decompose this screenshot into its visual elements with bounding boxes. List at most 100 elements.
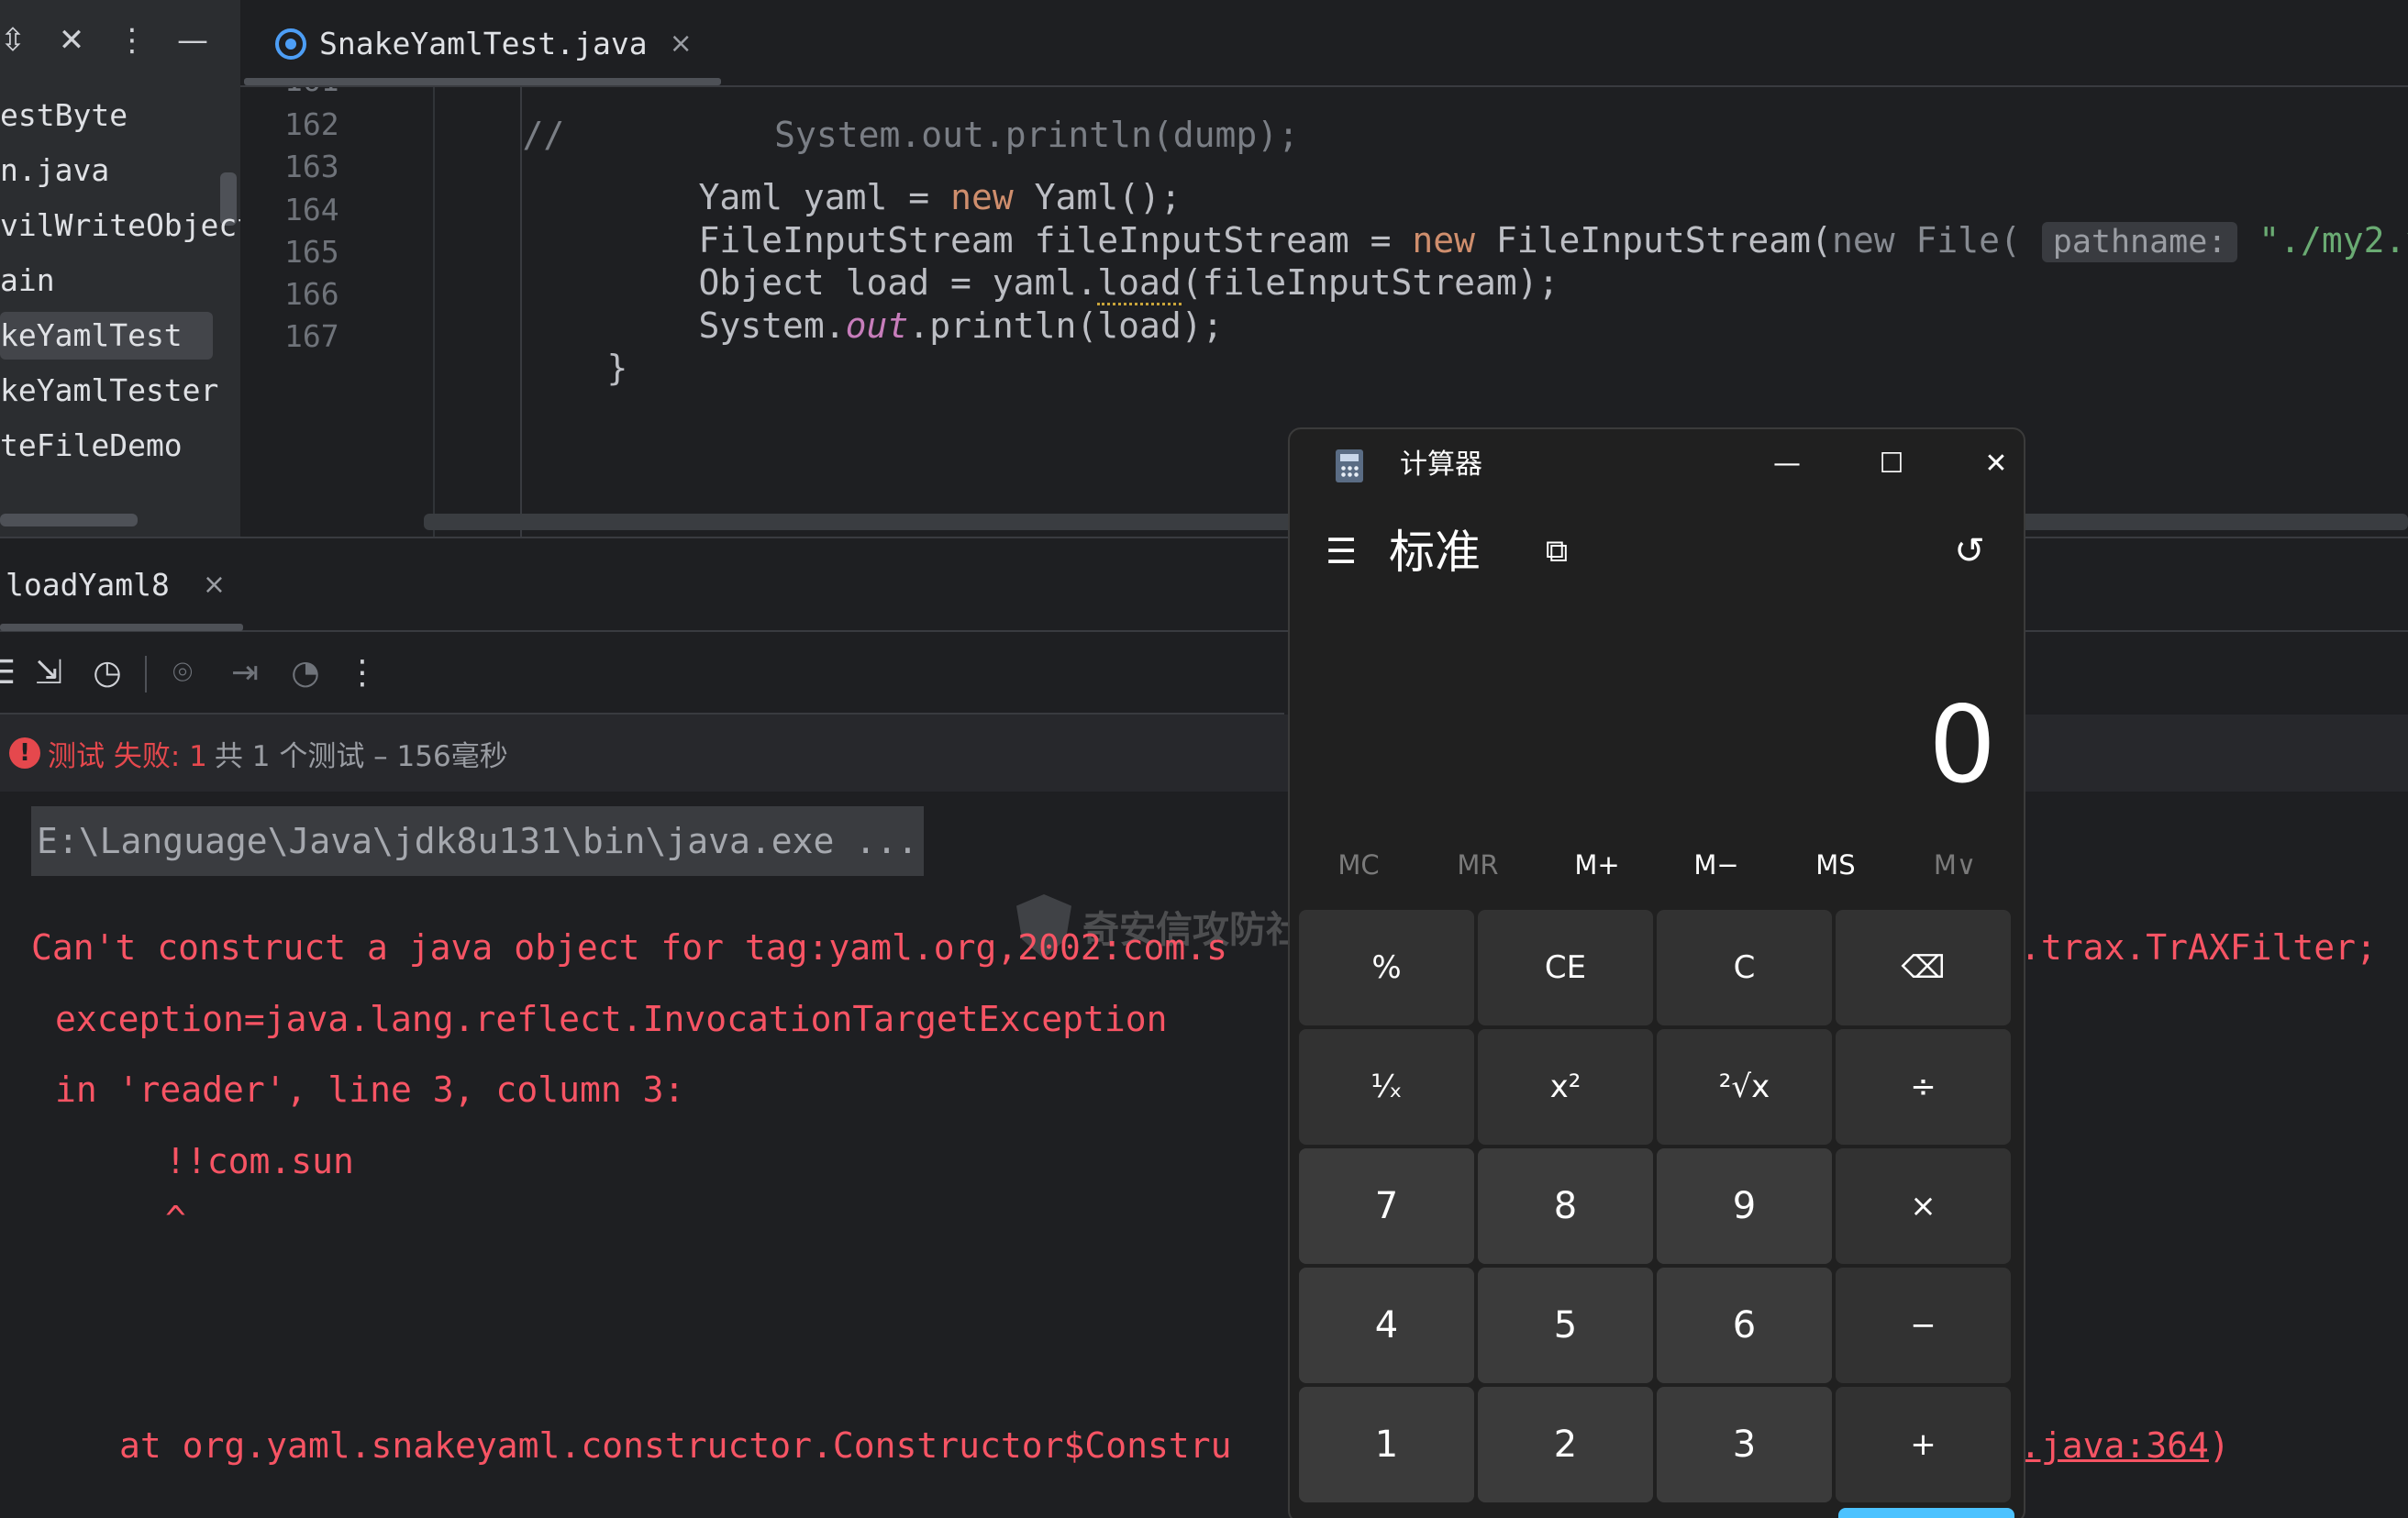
calculator-keypad: % CE C ⌫ ¹⁄ₓ x² ²√x ÷ 7 8 9 × 4 5 6− 1 2 3 + <box>1299 910 2014 1502</box>
memory-subtract-button[interactable]: M− <box>1657 833 1776 897</box>
java-command-line[interactable]: E:\Language\Java\jdk8u131\bin\java.exe .… <box>31 806 924 876</box>
clear-button[interactable]: C <box>1657 910 1832 1025</box>
close-tab-icon[interactable]: × <box>670 28 693 60</box>
digit-3-button[interactable]: 3 <box>1657 1387 1832 1502</box>
file-tree-item[interactable]: ain <box>0 253 240 308</box>
minimize-icon[interactable]: — <box>174 18 211 62</box>
line-number-gutter: 161 162 163 164 165 166 167 <box>240 87 424 537</box>
digit-7-button[interactable]: 7 <box>1299 1148 1474 1264</box>
close-window-icon[interactable]: ✕ <box>1969 438 2024 490</box>
camera-icon[interactable]: ⌾ <box>161 650 204 696</box>
error-caret: ^ <box>165 1199 186 1239</box>
file-tree-item-label: ain <box>0 262 55 298</box>
active-tab-indicator <box>0 624 243 631</box>
gutter-divider <box>433 87 435 537</box>
error-line: Can't construct a java object for tag:ya… <box>31 927 1228 968</box>
editor-tab-bar: SnakeYamlTest.java × <box>240 0 2408 87</box>
java-class-icon <box>275 28 306 60</box>
multiply-button[interactable]: × <box>1836 1148 2011 1264</box>
file-tree-item[interactable]: vilWriteObject <box>0 198 240 253</box>
digit-5-button[interactable]: 5 <box>1478 1268 1653 1383</box>
calculator-display: 0 <box>1928 683 1996 807</box>
close-icon[interactable]: ✕ <box>53 18 90 62</box>
close-tab-icon[interactable]: × <box>203 569 226 601</box>
file-tree-item[interactable]: estByte <box>0 88 240 143</box>
line-number: 167 <box>284 318 339 354</box>
memory-clear-button[interactable]: MC <box>1299 833 1418 897</box>
calculator-titlebar[interactable]: 计算器 — ☐ ✕ <box>1290 429 2024 501</box>
export-icon[interactable]: ⇥ <box>224 650 266 696</box>
memory-list-button[interactable]: M∨ <box>1895 833 2014 897</box>
tab-loadyaml8[interactable]: loadYaml8 × <box>6 538 226 630</box>
static-field-out: out <box>845 305 909 346</box>
error-line: !!com.sun <box>165 1141 354 1181</box>
history-icon[interactable]: ↺ <box>1947 528 1992 574</box>
menu-icon[interactable]: ☰ <box>1323 530 1359 572</box>
expand-collapse-icon[interactable]: ⇳ <box>0 18 31 62</box>
file-tree-item[interactable]: n.java <box>0 143 240 198</box>
error-line-tail: .trax.TrAXFilter; <box>2020 927 2377 968</box>
inlay-hint-new-file: new File( <box>1831 220 2021 260</box>
memory-recall-button[interactable]: MR <box>1418 833 1537 897</box>
code-line-161: // System.out.println(dump); <box>438 87 1300 155</box>
subtract-button[interactable]: − <box>1836 1268 2011 1383</box>
code-line-167: } <box>523 285 628 388</box>
import-tests-icon[interactable]: ⇲ <box>28 650 70 696</box>
clear-entry-button[interactable]: CE <box>1478 910 1653 1025</box>
status-info-text: 共 1 个测试 – 156毫秒 <box>214 739 508 773</box>
stack-trace-line: at org.yaml.snakeyaml.constructor.Constr… <box>119 1425 1232 1466</box>
tree-view-icon[interactable]: ☰ <box>0 650 22 696</box>
string-literal: "./my2.yml" <box>2258 220 2408 260</box>
more-icon[interactable]: ⋮ <box>114 18 150 62</box>
backspace-button[interactable]: ⌫ <box>1836 910 2011 1025</box>
percent-button[interactable]: % <box>1299 910 1474 1025</box>
add-button[interactable]: + <box>1836 1387 2011 1502</box>
line-number: 166 <box>284 276 339 312</box>
digit-4-button[interactable]: 4 <box>1299 1268 1474 1383</box>
file-tree-item-label: keYamlTest <box>0 317 183 353</box>
file-tree: estByte n.java vilWriteObject ain keYaml… <box>0 88 240 473</box>
calculator-header: ☰ 标准 ⧉ ↺ <box>1290 503 2024 604</box>
code-token: System. <box>698 305 846 346</box>
digit-1-button[interactable]: 1 <box>1299 1387 1474 1502</box>
code-token: (fileInputStream); <box>1181 262 1559 303</box>
square-button[interactable]: x² <box>1478 1029 1653 1145</box>
coverage-icon[interactable]: ◔ <box>284 650 327 696</box>
run-toolbar: ☰ ⇲ ◷ ⌾ ⇥ ◔ ⋮ <box>0 634 1284 715</box>
line-number: 165 <box>284 234 339 270</box>
project-toolbar: ⇳ ✕ ⋮ — <box>0 0 240 83</box>
divide-button[interactable]: ÷ <box>1836 1029 2011 1145</box>
history-icon[interactable]: ◷ <box>86 650 128 696</box>
source-link[interactable]: .java:364 <box>2020 1425 2209 1466</box>
tab-snakeyamltest[interactable]: SnakeYamlTest.java × <box>257 0 711 87</box>
reciprocal-button[interactable]: ¹⁄ₓ <box>1299 1029 1474 1145</box>
digit-6-button[interactable]: 6 <box>1657 1268 1832 1383</box>
code-token: .println(load); <box>908 305 1224 346</box>
error-line: in 'reader', line 3, column 3: <box>55 1069 685 1110</box>
memory-add-button[interactable]: M+ <box>1537 833 1657 897</box>
digit-2-button[interactable]: 2 <box>1478 1387 1653 1502</box>
keep-on-top-icon[interactable]: ⧉ <box>1536 530 1578 572</box>
file-tree-item-selected[interactable]: keYamlTest <box>0 308 240 363</box>
console-output[interactable]: E:\Language\Java\jdk8u131\bin\java.exe .… <box>0 792 2408 1518</box>
file-tree-item-label: n.java <box>0 152 110 188</box>
run-tab-label: loadYaml8 <box>6 566 170 603</box>
digit-8-button[interactable]: 8 <box>1478 1148 1653 1264</box>
line-number: 163 <box>284 149 339 184</box>
more-options-icon[interactable]: ⋮ <box>341 650 383 696</box>
digit-9-button[interactable]: 9 <box>1657 1148 1832 1264</box>
file-tree-item-label: keYamlTester <box>0 372 219 408</box>
error-icon: ! <box>9 737 40 769</box>
line-number: 162 <box>284 106 339 142</box>
project-hscrollbar[interactable] <box>0 514 138 526</box>
run-tab-bar: loadYaml8 × <box>0 538 2408 632</box>
memory-store-button[interactable]: MS <box>1776 833 1895 897</box>
minimize-window-icon[interactable]: — <box>1759 438 1814 490</box>
equals-button[interactable] <box>1838 1508 2014 1518</box>
file-tree-item-label: teFileDemo <box>0 427 183 463</box>
file-tree-item[interactable]: teFileDemo <box>0 418 240 473</box>
file-tree-item-label: estByte <box>0 97 128 133</box>
square-root-button[interactable]: ²√x <box>1657 1029 1832 1145</box>
file-tree-item[interactable]: keYamlTester <box>0 363 240 418</box>
maximize-window-icon[interactable]: ☐ <box>1864 438 1919 490</box>
